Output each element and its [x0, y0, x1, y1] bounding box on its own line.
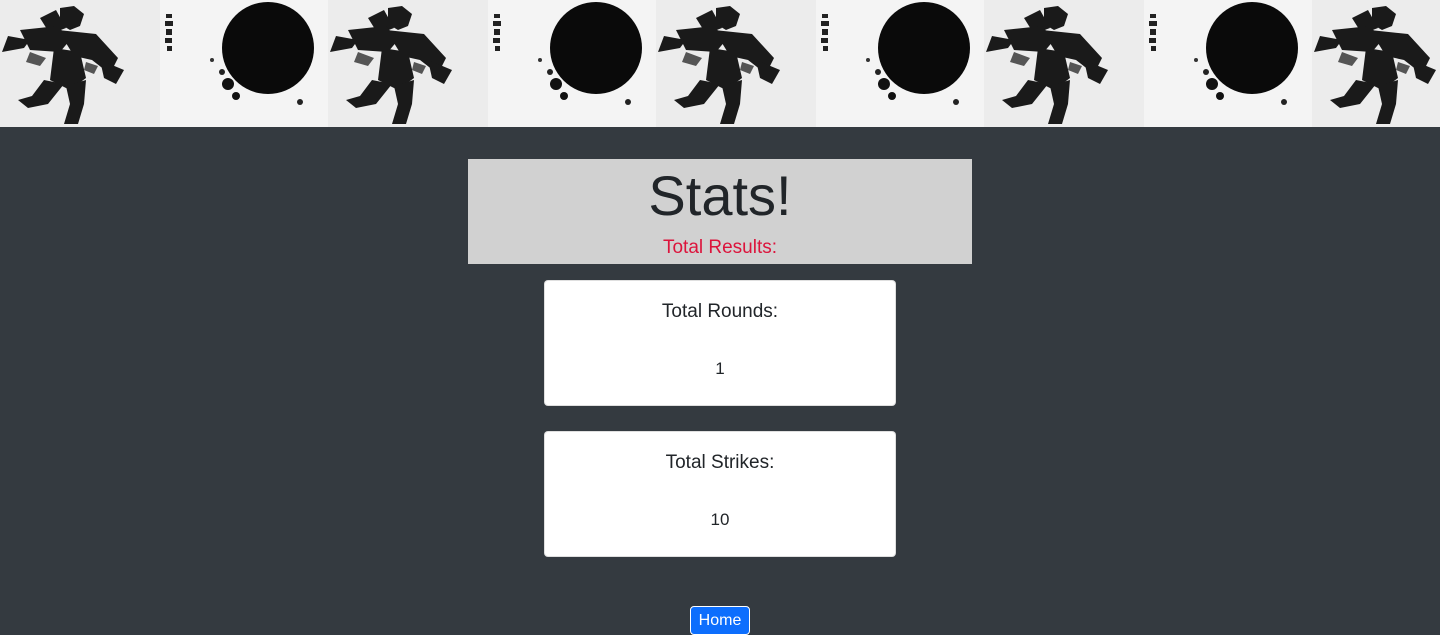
stats-header: Stats! Total Results: [468, 159, 972, 264]
banner-tile-image [328, 0, 656, 127]
total-strikes-label: Total Strikes: [665, 452, 775, 473]
home-button[interactable]: Home [690, 606, 750, 635]
banner [0, 0, 1440, 127]
total-rounds-value: 1 [715, 359, 725, 378]
total-rounds-label: Total Rounds: [661, 301, 779, 322]
total-rounds-card: Total Rounds: 1 [544, 280, 896, 406]
total-strikes-card: Total Strikes: 10 [544, 431, 896, 557]
banner-tile-image [0, 0, 328, 127]
banner-tile-image [1312, 0, 1440, 127]
page-title: Stats! [648, 164, 792, 227]
total-strikes-value: 10 [710, 510, 730, 529]
banner-tile-image [984, 0, 1312, 127]
total-results-subtitle: Total Results: [662, 237, 778, 258]
banner-tile-image [656, 0, 984, 127]
